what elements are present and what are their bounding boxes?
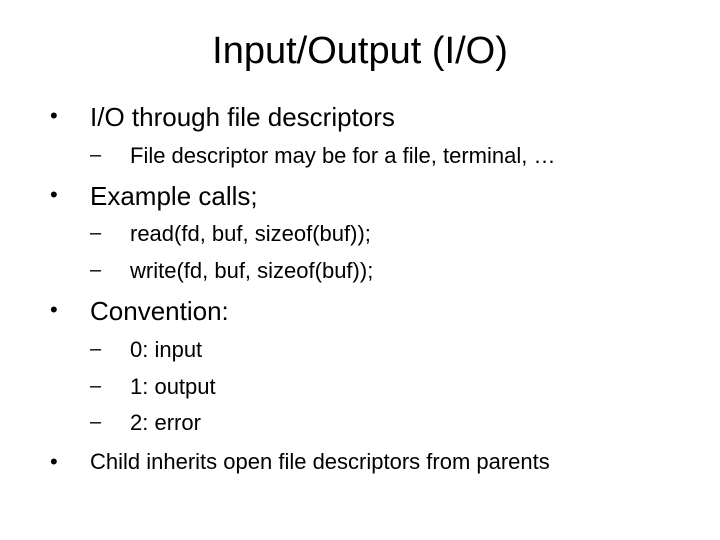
sub-marker: –	[90, 372, 130, 400]
sub-text: File descriptor may be for a file, termi…	[130, 141, 555, 172]
bullet-item: • Child inherits open file descriptors f…	[50, 447, 680, 478]
slide-content: • I/O through file descriptors – File de…	[40, 101, 680, 478]
bullet-text: Example calls;	[90, 180, 258, 214]
sub-bullet-item: – 2: error	[90, 408, 680, 439]
sub-marker: –	[90, 256, 130, 284]
sub-text: 2: error	[130, 408, 201, 439]
bullet-marker: •	[50, 101, 90, 132]
sub-marker: –	[90, 335, 130, 363]
sub-text: read(fd, buf, sizeof(buf));	[130, 219, 371, 250]
slide-title: Input/Output (I/O)	[40, 30, 680, 73]
bullet-text: Convention:	[90, 295, 229, 329]
sub-bullet-item: – 0: input	[90, 335, 680, 366]
sub-text: write(fd, buf, sizeof(buf));	[130, 256, 373, 287]
bullet-item: • I/O through file descriptors	[50, 101, 680, 135]
sub-text: 0: input	[130, 335, 202, 366]
bullet-item: • Convention:	[50, 295, 680, 329]
sub-bullet-item: – 1: output	[90, 372, 680, 403]
sub-marker: –	[90, 141, 130, 169]
sub-text: 1: output	[130, 372, 216, 403]
bullet-text: I/O through file descriptors	[90, 101, 395, 135]
sub-bullet-item: – write(fd, buf, sizeof(buf));	[90, 256, 680, 287]
sub-bullet-item: – read(fd, buf, sizeof(buf));	[90, 219, 680, 250]
sub-bullet-item: – File descriptor may be for a file, ter…	[90, 141, 680, 172]
bullet-marker: •	[50, 180, 90, 211]
bullet-marker: •	[50, 295, 90, 326]
bullet-text: Child inherits open file descriptors fro…	[90, 447, 550, 478]
sub-marker: –	[90, 219, 130, 247]
bullet-marker: •	[50, 447, 90, 478]
bullet-item: • Example calls;	[50, 180, 680, 214]
sub-marker: –	[90, 408, 130, 436]
